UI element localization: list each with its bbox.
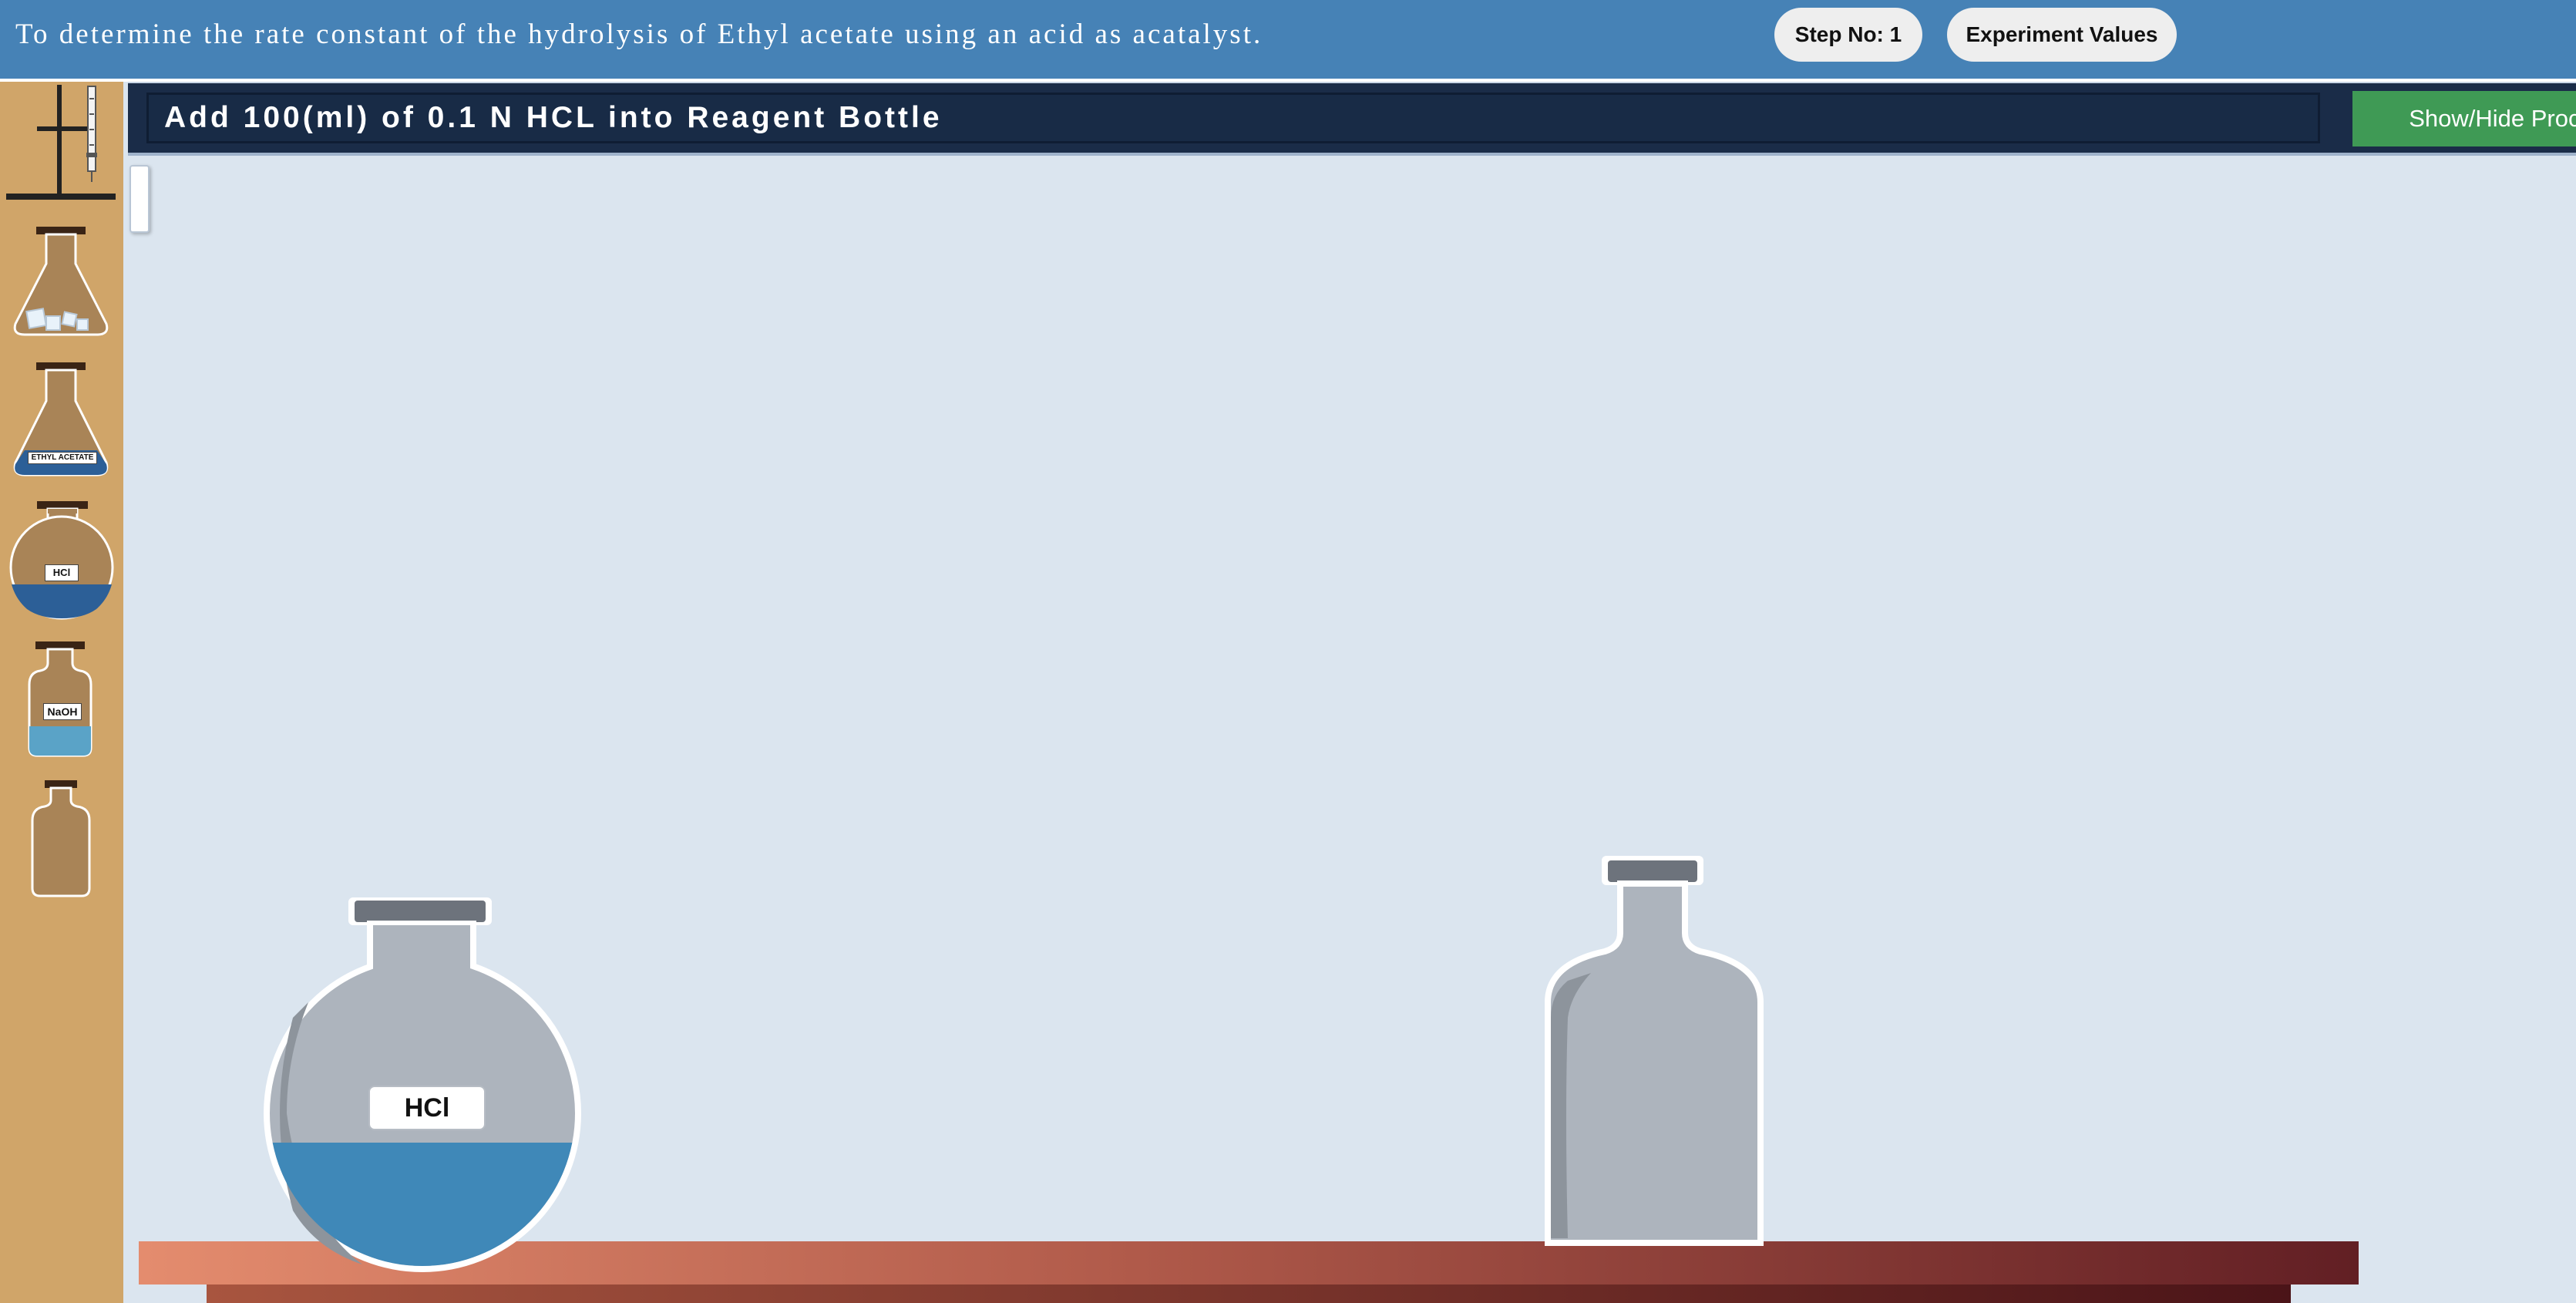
empty-reagent-bottle[interactable] [1545, 856, 1764, 1246]
hcl-flask-label: HCl [368, 1086, 486, 1130]
lab-table-front [207, 1284, 2291, 1303]
